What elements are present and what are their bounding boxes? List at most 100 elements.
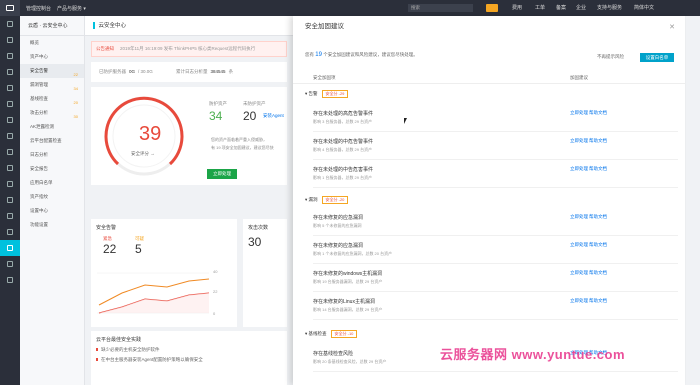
- install-agent-link[interactable]: 安装Agent: [263, 113, 284, 119]
- col-item: 安全加固项: [313, 75, 336, 80]
- products-menu[interactable]: 产品与服务 ▾: [57, 5, 86, 12]
- sidebar-item-vulns[interactable]: 漏洞管理 34: [20, 78, 84, 92]
- sidebar-item-whitelist[interactable]: 应用白名单: [20, 176, 84, 190]
- sidebar-item-fingerprint[interactable]: 资产指纹: [20, 190, 84, 204]
- server-icon[interactable]: [0, 48, 20, 64]
- user-icon[interactable]: [0, 208, 20, 224]
- fix-now-link[interactable]: 立即处理: [570, 138, 588, 144]
- stat-value: 384545: [210, 69, 226, 74]
- top-bar: 管理控制台 产品与服务 ▾ 搜索 费用 工单 备案 企业 支持与服务 简体中文: [0, 0, 700, 16]
- axis-label-mid: 22: [213, 289, 218, 294]
- item-name: 存在未修复的应急漏洞: [313, 215, 364, 221]
- group-alerts[interactable]: ▾ 告警 安全分 -29: [305, 89, 349, 99]
- sidebar-item-label: AK泄露检测: [30, 124, 55, 129]
- sidebar-item-attack[interactable]: 攻击分析 30: [20, 106, 84, 120]
- database-icon[interactable]: [0, 64, 20, 80]
- add-icon[interactable]: [0, 32, 20, 48]
- list-item: 存在未修复的windows主机漏洞 影响 19 台服务器漏洞，总数 29 台资产 立…: [313, 266, 678, 292]
- monitor-icon[interactable]: [0, 144, 20, 160]
- fix-now-link[interactable]: 立即处理: [570, 298, 588, 304]
- nav-language[interactable]: 简体中文: [634, 4, 654, 11]
- whitelist-button[interactable]: 设置白名单: [640, 53, 674, 62]
- logo-icon[interactable]: [0, 0, 20, 16]
- storage-icon[interactable]: [0, 96, 20, 112]
- best-practice-item[interactable]: 缺少必要的主机安全防护软件: [91, 343, 287, 353]
- best-practice-item[interactable]: 在中台主服务器安装Agent配置防护策略以确保安全: [91, 353, 287, 363]
- sidebar-item-alerts[interactable]: 安全告警 22: [20, 64, 84, 78]
- sidebar-item-assets[interactable]: 资产中心: [20, 50, 84, 64]
- search-input[interactable]: 搜索: [408, 4, 473, 12]
- help-doc-link[interactable]: 帮助文档: [589, 242, 607, 248]
- fix-now-button[interactable]: 立即处理: [207, 169, 237, 179]
- stat-value: 0G: [129, 69, 136, 74]
- notice-text: 2019年11月 16:19:09 发布 ThinkPHP5 核心类Reques…: [120, 46, 256, 51]
- help-doc-link[interactable]: 帮助文档: [589, 138, 607, 144]
- security-center-icon[interactable]: [0, 240, 20, 256]
- sidebar-item-features[interactable]: 功能设置: [20, 218, 84, 232]
- chart-icon[interactable]: [0, 176, 20, 192]
- sidebar-item-cloud-config[interactable]: 云平台配置检查: [20, 134, 84, 148]
- stat-unit: 条: [228, 69, 234, 74]
- fix-now-link[interactable]: 立即处理: [570, 110, 588, 116]
- notice-banner[interactable]: 公告通知 2019年11月 16:19:09 发布 ThinkPHP5 核心类Re…: [91, 41, 287, 57]
- column-header: 安全加固项 加固建议: [293, 72, 685, 84]
- notification-badge[interactable]: [486, 4, 498, 12]
- nav-support[interactable]: 支持与服务: [597, 4, 622, 11]
- title-accent: [93, 22, 95, 30]
- watermark: 云服务器网 www.yuntue.com: [440, 347, 626, 362]
- nav-tickets[interactable]: 工单: [535, 4, 545, 11]
- menu-icon[interactable]: [0, 16, 20, 32]
- nav-enterprise[interactable]: 企业: [576, 4, 586, 11]
- globe-icon[interactable]: [0, 272, 20, 288]
- fix-now-link[interactable]: 立即处理: [570, 214, 588, 220]
- stat-value: / 30.0G: [138, 69, 153, 74]
- item-desc: 影响 4 台服务器，总数 29 台资产: [313, 147, 373, 152]
- nav-icp[interactable]: 备案: [556, 4, 566, 11]
- help-doc-link[interactable]: 帮助文档: [589, 270, 607, 276]
- group-vulns[interactable]: ▾ 漏洞 安全分 -20: [305, 195, 349, 205]
- sidebar-item-reports[interactable]: 安全报告: [20, 162, 84, 176]
- help-doc-link[interactable]: 帮助文档: [589, 166, 607, 172]
- group-tag: 安全分 -29: [321, 90, 349, 98]
- fix-now-link[interactable]: 立即处理: [570, 242, 588, 248]
- stat-label: 累计日志分析量: [176, 69, 208, 74]
- switch-label[interactable]: 不再提示风险: [597, 54, 624, 60]
- console-link[interactable]: 管理控制台: [26, 5, 51, 12]
- hint-line-1: 您的资产面临着严重入侵威胁，: [211, 137, 267, 142]
- sidebar-item-label: 概览: [30, 40, 39, 45]
- nav-fees[interactable]: 费用: [512, 4, 522, 11]
- sidebar-item-settings[interactable]: 设置中心: [20, 204, 84, 218]
- intro-prefix: 您有: [305, 52, 314, 57]
- help-doc-link[interactable]: 帮助文档: [589, 110, 607, 116]
- item-name: 存在未修复的windows主机漏洞: [313, 271, 383, 277]
- sidebar-item-logs[interactable]: 日志分析: [20, 148, 84, 162]
- key-icon[interactable]: [0, 160, 20, 176]
- network-icon[interactable]: [0, 80, 20, 96]
- medium-count: 5: [135, 242, 142, 256]
- help-doc-link[interactable]: 帮助文档: [589, 298, 607, 304]
- fix-now-link[interactable]: 立即处理: [570, 270, 588, 276]
- help-doc-link[interactable]: 帮助文档: [589, 214, 607, 220]
- alerts-card: 安全告警 紧急 22 可疑 5 40 22 0: [91, 219, 237, 327]
- list-item: 存在未修复的Linux主机漏洞 影响 14 台服务器漏洞，总数 29 台资产 立即处…: [313, 294, 678, 320]
- axis-label-bottom: 0: [213, 311, 216, 316]
- page-title: 云安全中心: [85, 16, 293, 36]
- hardening-panel: 安全加固建议 ✕ 您有 19 个安全加固建议和风险建议，建议您尽快处理。 不再提…: [293, 16, 685, 385]
- sidebar-item-ak-leak[interactable]: AK泄露检测: [20, 120, 84, 134]
- score-label[interactable]: 安全评分 →: [131, 151, 155, 157]
- best-practices-title: 云平台最佳安全实践: [96, 337, 142, 343]
- sidebar-item-label: 安全报告: [30, 166, 48, 171]
- group-baseline[interactable]: ▾ 基线检查 安全分 -10: [305, 329, 358, 339]
- shield-icon[interactable]: [0, 112, 20, 128]
- gear-icon[interactable]: [0, 256, 20, 272]
- lock-icon[interactable]: [0, 192, 20, 208]
- item-desc: 影响 19 台服务器漏洞，总数 29 台资产: [313, 279, 383, 284]
- sidebar-item-baseline[interactable]: 基线检查 20: [20, 92, 84, 106]
- item-desc: 影响 20 条基线检查风险，总数 29 台资产: [313, 359, 387, 364]
- fix-now-link[interactable]: 立即处理: [570, 166, 588, 172]
- close-icon[interactable]: ✕: [669, 23, 675, 31]
- file-icon[interactable]: [0, 224, 20, 240]
- sidebar-item-overview[interactable]: 概览: [20, 36, 84, 50]
- cloud-icon[interactable]: [0, 128, 20, 144]
- group-tag: 安全分 -20: [321, 196, 349, 204]
